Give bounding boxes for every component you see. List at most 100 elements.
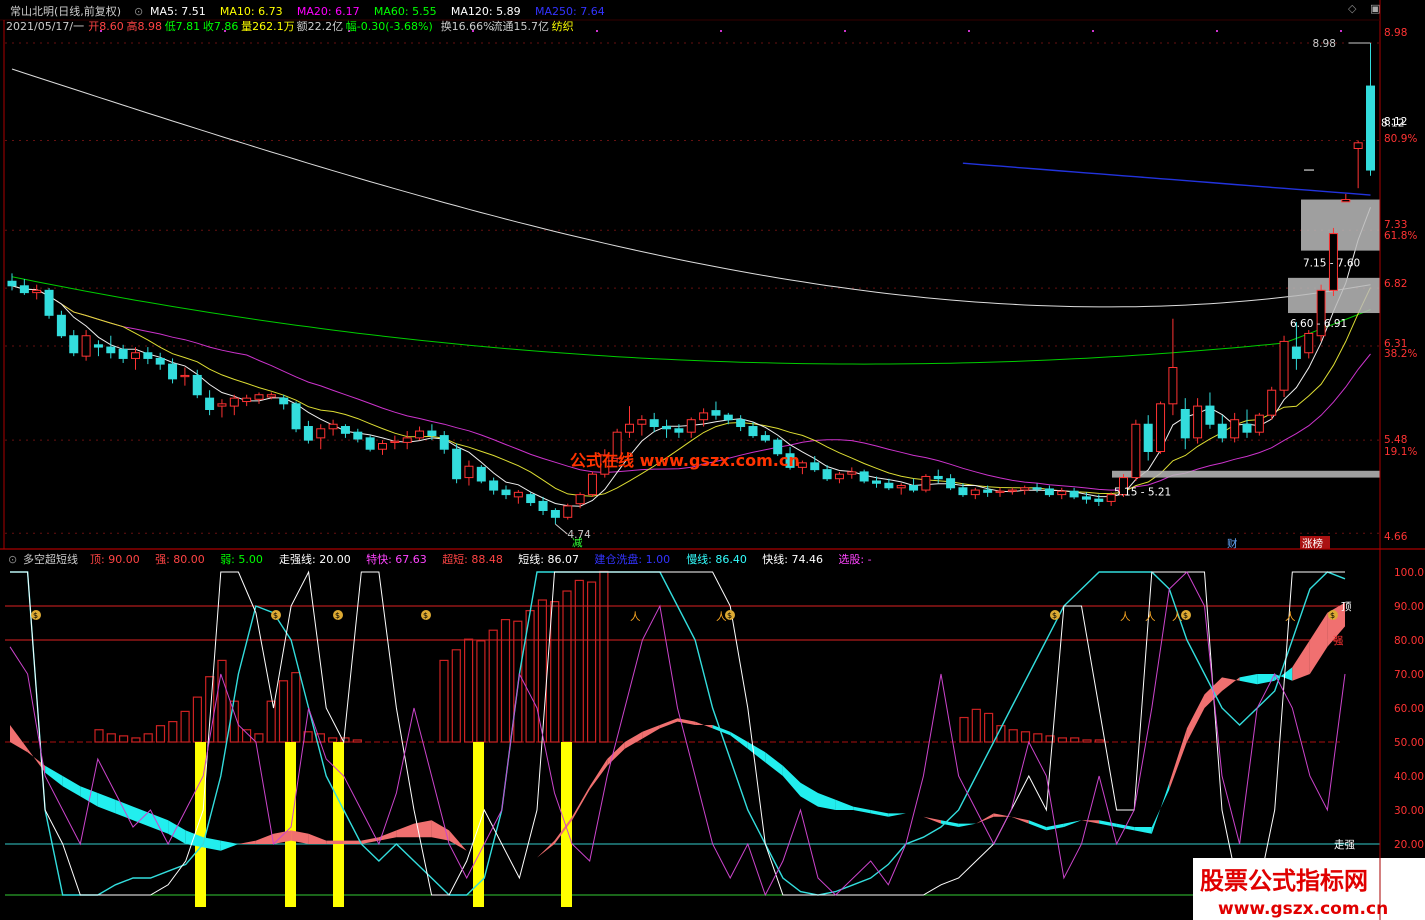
collapse-icon[interactable]: ⊙ <box>134 5 143 18</box>
candle-body <box>19 285 29 294</box>
candle-body <box>32 289 42 294</box>
candle-body <box>476 466 486 482</box>
candle-body <box>637 419 647 425</box>
candle <box>44 288 54 319</box>
candle <box>1267 386 1277 420</box>
candle-body <box>1180 408 1190 439</box>
ma-legend-item: MA5: 7.51 <box>150 5 206 18</box>
candle-body <box>1341 199 1351 203</box>
candle-body <box>896 485 906 489</box>
period-marker <box>720 30 722 32</box>
candle-body <box>1168 367 1178 405</box>
candle-body <box>1156 403 1166 452</box>
candle-body <box>1304 332 1314 354</box>
candle-body <box>563 505 573 518</box>
money-bag-symbol: $ <box>1052 611 1057 620</box>
indicator-legend-item: 快线: 74.46 <box>762 552 823 566</box>
ma-legend-item: MA10: 6.73 <box>220 5 283 18</box>
candle-body <box>686 419 696 433</box>
candle-body <box>711 410 721 416</box>
candle <box>1131 419 1141 481</box>
signal-tag: $ <box>421 610 431 620</box>
period-marker <box>1340 30 1342 32</box>
runner-icon: 人 <box>716 611 727 623</box>
indicator-axis-tick: 70.00 <box>1394 669 1424 681</box>
candle-body <box>378 443 387 450</box>
candle-body <box>1044 488 1054 496</box>
restore-icon[interactable]: ▣ <box>1370 2 1380 15</box>
zhangbang-tag: 涨榜 <box>1302 537 1323 550</box>
candle-body <box>736 419 746 428</box>
settings-icon[interactable]: ◇ <box>1348 2 1357 15</box>
candle-body <box>106 346 116 354</box>
ma-legend-item: MA60: 5.55 <box>374 5 437 18</box>
period-marker <box>844 30 846 32</box>
candle-body <box>1193 405 1203 439</box>
ma-legend-item: MA20: 6.17 <box>297 5 360 18</box>
price-axis-tick: 6.82 <box>1384 278 1407 290</box>
indicator-legend-item: 弱: 5.00 <box>220 553 263 566</box>
candle-body <box>365 437 375 450</box>
info-item: 换16.66% <box>441 19 494 33</box>
candle-body <box>1242 423 1252 433</box>
candle-body <box>1230 419 1240 439</box>
info-item: 收7.86 <box>203 19 239 33</box>
candle-body <box>550 509 560 518</box>
trend-ribbon-segment <box>326 840 344 844</box>
indicator-legend-item: 顶: 90.00 <box>90 553 140 566</box>
candle-body <box>1020 487 1030 491</box>
runner-icon: 人 <box>1172 611 1183 623</box>
period-marker <box>968 30 970 32</box>
candle-body <box>760 435 770 441</box>
candle <box>1156 401 1166 454</box>
candle-body <box>81 335 91 357</box>
period-marker <box>596 30 598 32</box>
indicator-legend-item: 超短: 88.48 <box>442 552 503 566</box>
info-item: 量262.1万 <box>241 20 295 33</box>
candle-body <box>217 403 227 407</box>
money-bag-symbol: $ <box>1183 611 1188 620</box>
candle-body <box>353 431 363 440</box>
indicator-axis-tick: 80.00 <box>1394 635 1424 647</box>
candle-body <box>526 494 536 504</box>
candle-body <box>1094 498 1104 502</box>
candle-body <box>872 480 881 484</box>
candle-body <box>415 430 425 439</box>
candle-body <box>995 490 1005 493</box>
candle-body <box>192 374 202 396</box>
corner-logo-url: www.gszx.com.cn <box>1218 899 1388 919</box>
info-item: 幅-0.30(-3.68%) <box>346 20 433 33</box>
candle-body <box>1007 489 1017 492</box>
ma-legend-item: MA120: 5.89 <box>451 5 521 18</box>
money-bag-symbol: $ <box>727 611 732 620</box>
info-item: 开8.60 <box>88 20 124 33</box>
ma-legend-item: MA250: 7.64 <box>535 5 605 18</box>
candle-body <box>242 397 252 403</box>
indicator-settings-icon[interactable]: ⊙ <box>8 553 17 566</box>
label-ding: 顶 <box>1341 601 1352 613</box>
candle-body <box>143 352 153 359</box>
candle-body <box>625 423 634 433</box>
candle-body <box>834 473 844 480</box>
candle-body <box>180 374 190 378</box>
price-axis-tick: 8.12 <box>1384 116 1407 128</box>
candle-body <box>131 352 140 359</box>
candle-body <box>1254 414 1264 433</box>
price-axis-tick: 19.1% <box>1384 446 1417 458</box>
candle-body <box>1353 142 1363 149</box>
candle-body <box>958 487 968 496</box>
signal-tag: $ <box>1050 610 1060 620</box>
money-bag-symbol: $ <box>1330 611 1335 620</box>
candle-body <box>155 357 165 365</box>
target-box-bottom <box>1112 470 1380 478</box>
watermark: 公式在线 www.gszx.com.cn <box>570 451 800 470</box>
candle-body <box>1131 423 1141 479</box>
indicator-legend-item: 强: 80.00 <box>155 553 205 566</box>
box-lower-label: 6.60 - 6.91 <box>1290 318 1347 330</box>
candle-body <box>489 480 499 491</box>
indicator-legend-item: 走强线: 20.00 <box>279 552 351 566</box>
candle <box>921 474 931 493</box>
candle-body <box>229 397 239 407</box>
candle-body <box>118 348 128 359</box>
candle-body <box>1032 487 1042 490</box>
